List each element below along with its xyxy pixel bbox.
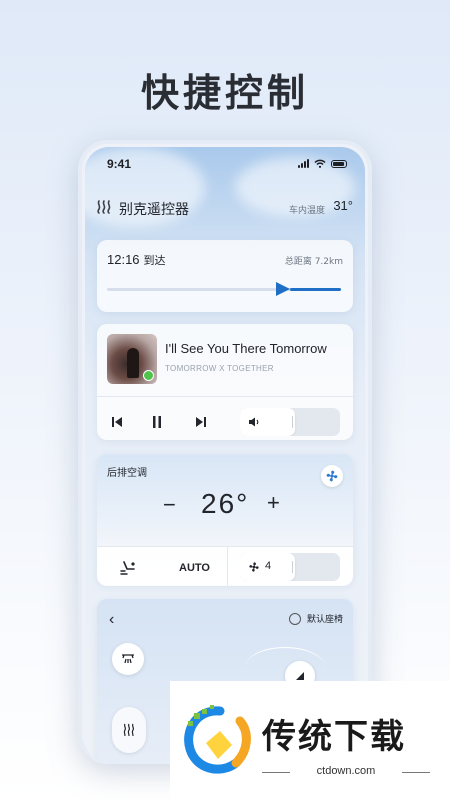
status-bar: 9:41 xyxy=(107,157,347,173)
fan-icon xyxy=(249,562,259,572)
route-progress-bar xyxy=(107,282,341,296)
seat-heat-icon xyxy=(123,723,135,737)
app-title: 别克遥控器 xyxy=(119,202,189,218)
song-title: I'll See You There Tomorrow xyxy=(165,341,327,356)
fan-icon xyxy=(326,470,338,482)
playing-badge-icon xyxy=(143,370,154,381)
phone-screen: 9:41 别克遥控器 车内温度 31° 12:16 到达 总距离 7.2km I… xyxy=(85,147,365,764)
pause-icon[interactable] xyxy=(149,414,165,430)
ac-temperature: 26° xyxy=(201,488,250,519)
navigation-card[interactable]: 12:16 到达 总距离 7.2km xyxy=(97,240,353,312)
previous-track-icon[interactable] xyxy=(109,414,125,430)
back-button[interactable]: ‹ xyxy=(109,611,114,629)
volume-slider[interactable] xyxy=(240,408,340,436)
headline: 快捷控制 xyxy=(140,71,309,115)
seat-heating-button[interactable] xyxy=(112,707,146,753)
rear-ac-card: 后排空调 − 26° + AUTO 4 xyxy=(97,454,353,586)
artist-name: TOMORROW X TOGETHER xyxy=(165,364,274,373)
temp-decrease-button[interactable]: − xyxy=(163,492,176,518)
fan-speed-slider[interactable]: 4 xyxy=(240,553,340,581)
auto-mode-button[interactable]: AUTO xyxy=(179,562,210,574)
arrival-label: 到达 xyxy=(143,254,166,267)
ac-controls-row: AUTO 4 xyxy=(97,546,353,586)
wifi-icon xyxy=(314,159,326,168)
battery-icon xyxy=(331,159,347,168)
ac-label: 后排空调 xyxy=(107,468,147,479)
phone-frame: 9:41 别克遥控器 车内温度 31° 12:16 到达 总距离 7.2km I… xyxy=(78,140,372,764)
route-progress-fill xyxy=(289,288,341,291)
app-header: 别克遥控器 车内温度 31° xyxy=(95,197,353,219)
seat-airflow-icon[interactable] xyxy=(119,560,137,576)
temp-increase-button[interactable]: + xyxy=(267,490,280,516)
watermark: 传统下载 ctdown.com xyxy=(170,681,450,800)
watermark-logo-icon xyxy=(184,705,251,774)
album-cover[interactable] xyxy=(107,334,157,384)
seat-ventilation-button[interactable] xyxy=(112,643,144,675)
divider xyxy=(97,396,353,397)
arrival-time: 12:16 xyxy=(107,252,140,267)
divider xyxy=(227,547,228,586)
next-track-icon[interactable] xyxy=(193,414,209,430)
cabin-temp-value: 31° xyxy=(333,198,353,213)
status-time: 9:41 xyxy=(107,157,132,171)
watermark-domain: ctdown.com xyxy=(262,765,430,777)
cabin-temp-label: 车内温度 xyxy=(288,206,325,216)
fan-speed-value: 4 xyxy=(265,560,272,572)
heat-waves-icon xyxy=(97,200,111,214)
speaker-icon xyxy=(249,417,259,427)
total-distance: 总距离 7.2km xyxy=(284,257,343,267)
default-seat-radio[interactable] xyxy=(289,613,301,625)
watermark-brand: 传统下载 xyxy=(262,717,406,757)
navigation-arrow-icon xyxy=(275,282,290,296)
music-card: I'll See You There Tomorrow TOMORROW X T… xyxy=(97,324,353,440)
signal-icon xyxy=(298,159,309,168)
default-seat-label: 默认座椅 xyxy=(306,615,343,625)
ac-power-button[interactable] xyxy=(321,465,343,487)
arrival-info: 12:16 到达 xyxy=(107,252,166,268)
seat-vent-icon xyxy=(122,654,134,664)
